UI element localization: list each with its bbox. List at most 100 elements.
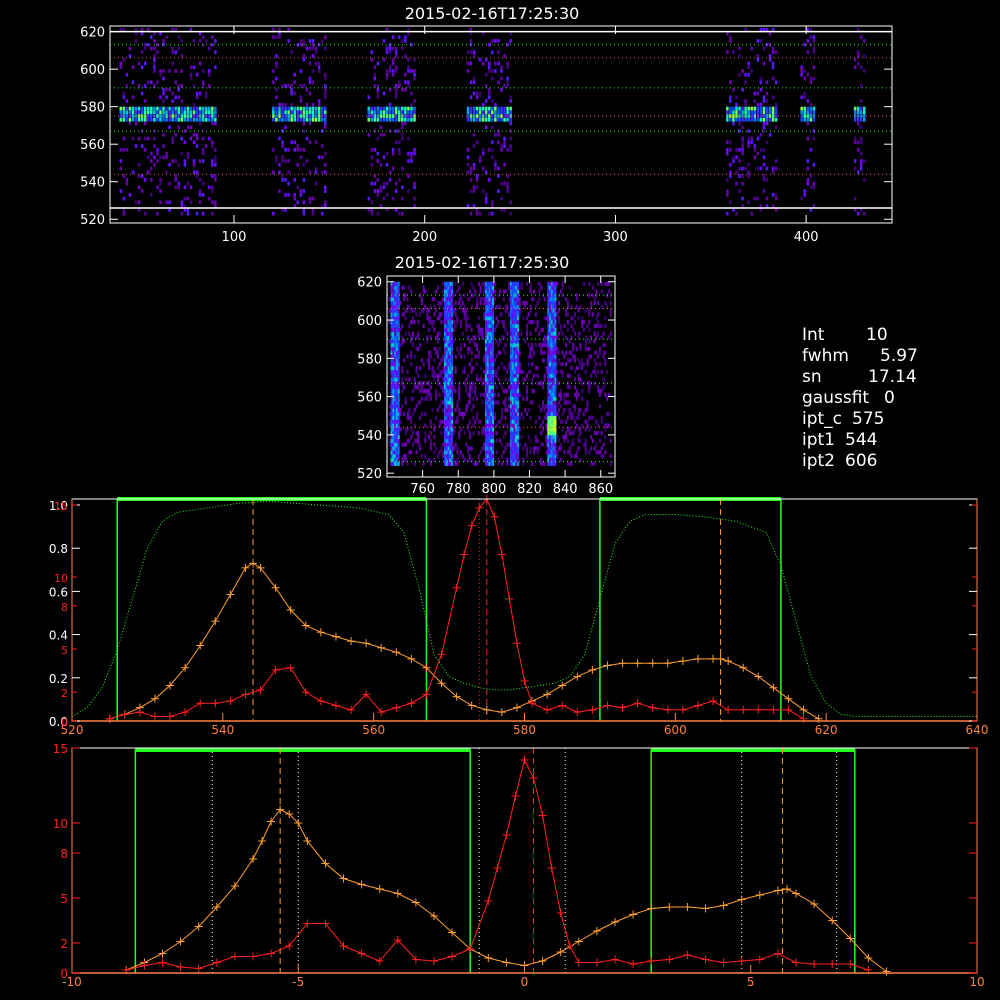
heatmap-pixel bbox=[572, 431, 575, 436]
heatmap-pixel bbox=[413, 377, 416, 382]
heatmap-pixel bbox=[484, 365, 487, 371]
heatmap-pixel bbox=[302, 57, 306, 62]
heatmap-pixel bbox=[492, 442, 495, 447]
heatmap-pixel bbox=[287, 117, 290, 122]
heatmap-pixel bbox=[391, 151, 395, 156]
heatmap-pixel bbox=[729, 99, 732, 103]
heatmap-pixel bbox=[150, 192, 153, 197]
heatmap-pixel bbox=[444, 427, 446, 432]
heatmap-pixel bbox=[407, 110, 410, 115]
heatmap-pixel bbox=[433, 427, 436, 432]
heatmap-pixel bbox=[517, 411, 520, 417]
heatmap-pixel bbox=[595, 323, 598, 329]
heatmap-pixel bbox=[379, 125, 383, 130]
heatmap-pixel bbox=[399, 300, 402, 306]
red-data-point bbox=[520, 756, 529, 764]
heatmap-pixel bbox=[486, 419, 489, 424]
heatmap-pixel bbox=[168, 110, 171, 115]
heatmap-pixel bbox=[490, 392, 493, 397]
heatmap-pixel bbox=[287, 39, 290, 43]
heatmap-pixel bbox=[401, 457, 404, 463]
fwhm-label: fwhm bbox=[802, 346, 849, 366]
heatmap-pixel bbox=[566, 450, 569, 455]
heatmap-pixel bbox=[391, 69, 395, 73]
heatmap-pixel bbox=[128, 117, 132, 122]
heatmap-pixel bbox=[547, 327, 550, 332]
heatmap-pixel bbox=[490, 434, 493, 440]
heatmap-pixel bbox=[577, 392, 580, 397]
heatmap-pixel bbox=[484, 57, 488, 62]
heatmap-pixel bbox=[385, 192, 389, 197]
heatmap-pixel bbox=[492, 335, 495, 340]
heatmap-pixel bbox=[465, 316, 468, 321]
heatmap-pixel bbox=[275, 76, 278, 81]
heatmap-pixel bbox=[165, 87, 168, 92]
heatmap-pixel bbox=[495, 431, 498, 436]
heatmap-pixel bbox=[517, 381, 520, 386]
heatmap-pixel bbox=[390, 438, 393, 443]
heatmap-pixel bbox=[494, 61, 497, 66]
heatmap-pixel bbox=[424, 304, 427, 309]
heatmap-pixel bbox=[513, 365, 516, 371]
orange-data-point bbox=[755, 891, 764, 899]
heatmap-pixel bbox=[570, 454, 573, 459]
heatmap-pixel bbox=[311, 54, 315, 58]
heatmap-pixel bbox=[732, 159, 735, 163]
orange-data-point bbox=[737, 895, 746, 904]
heatmap-pixel bbox=[550, 377, 553, 382]
heatmap-pixel bbox=[863, 159, 866, 163]
heatmap-pixel bbox=[474, 343, 477, 348]
heatmap-pixel bbox=[581, 423, 584, 428]
heatmap-pixel bbox=[486, 300, 489, 306]
heatmap-pixel bbox=[465, 327, 468, 332]
heatmap-pixel bbox=[509, 297, 512, 302]
heatmap-pixel bbox=[488, 343, 491, 348]
heatmap-pixel bbox=[435, 446, 438, 451]
heatmap-pixel bbox=[398, 80, 401, 85]
heatmap-pixel bbox=[509, 331, 512, 336]
heatmap-pixel bbox=[753, 110, 757, 115]
heatmap-pixel bbox=[483, 392, 486, 397]
heatmap-pixel bbox=[577, 434, 580, 440]
heatmap-pixel bbox=[853, 159, 857, 163]
heatmap-pixel bbox=[311, 39, 315, 43]
heatmap-pixel bbox=[468, 289, 471, 294]
heatmap-pixel bbox=[284, 84, 287, 88]
heatmap-pixel bbox=[284, 110, 287, 115]
heatmap-pixel bbox=[171, 91, 174, 96]
heatmap-pixel bbox=[308, 39, 312, 43]
heatmap-pixel bbox=[394, 442, 397, 447]
heatmap-pixel bbox=[597, 281, 600, 286]
heatmap-pixel bbox=[552, 423, 555, 428]
heatmap-pixel bbox=[479, 377, 482, 382]
heatmap-pixel bbox=[143, 110, 147, 115]
heatmap-pixel bbox=[529, 450, 532, 455]
heatmap-pixel bbox=[467, 446, 470, 451]
heatmap-pixel bbox=[314, 110, 318, 115]
heatmap-pixel bbox=[549, 377, 552, 382]
heatmap-pixel bbox=[445, 411, 448, 417]
heatmap-pixel bbox=[447, 350, 450, 355]
heatmap-pixel bbox=[476, 415, 479, 420]
heatmap-pixel bbox=[588, 281, 591, 286]
heatmap-pixel bbox=[168, 162, 171, 167]
heatmap-pixel bbox=[488, 461, 491, 466]
heatmap-pixel bbox=[296, 117, 300, 122]
heatmap-pixel bbox=[174, 50, 177, 55]
red-data-point bbox=[784, 705, 793, 714]
heatmap-pixel bbox=[540, 285, 543, 290]
heatmap-pixel bbox=[606, 396, 609, 401]
heatmap-pixel bbox=[540, 327, 543, 332]
heatmap-pixel bbox=[559, 419, 562, 424]
heatmap-pixel bbox=[518, 300, 521, 306]
heatmap-pixel bbox=[308, 117, 312, 122]
heatmap-pixel bbox=[214, 162, 217, 167]
heatmap-pixel bbox=[445, 369, 448, 374]
heatmap-pixel bbox=[214, 159, 217, 163]
heatmap-pixel bbox=[550, 365, 553, 371]
heatmap-pixel bbox=[490, 312, 493, 317]
heatmap-pixel bbox=[488, 316, 491, 321]
heatmap-pixel bbox=[490, 400, 493, 405]
heatmap-pixel bbox=[588, 415, 591, 420]
heatmap-pixel bbox=[771, 166, 775, 171]
